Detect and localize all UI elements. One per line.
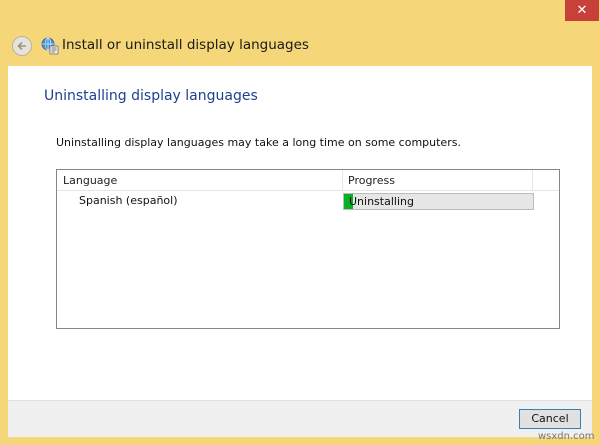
- column-header-progress[interactable]: Progress: [343, 170, 533, 190]
- list-header: Language Progress: [57, 170, 559, 191]
- language-list[interactable]: Language Progress Spanish (español) Unin…: [56, 169, 560, 329]
- description-text: Uninstalling display languages may take …: [56, 136, 461, 149]
- button-bar: Cancel: [8, 400, 592, 437]
- page-heading: Uninstalling display languages: [44, 88, 258, 104]
- window-title: Install or uninstall display languages: [62, 37, 309, 53]
- back-arrow-icon: [17, 41, 26, 51]
- watermark: wsxdn.com: [538, 431, 595, 442]
- close-icon: ✕: [576, 3, 588, 18]
- language-name: Spanish (español): [79, 194, 178, 207]
- back-button[interactable]: [12, 36, 32, 56]
- globe-language-icon: [41, 37, 59, 55]
- navigation-bar: Install or uninstall display languages: [8, 28, 592, 66]
- title-bar[interactable]: ✕: [0, 0, 600, 28]
- list-row[interactable]: Spanish (español) Uninstalling: [57, 192, 559, 212]
- close-button[interactable]: ✕: [565, 0, 599, 21]
- dialog-window: ✕ Install or uninstall display languages…: [0, 0, 600, 445]
- progress-bar: Uninstalling: [343, 193, 534, 210]
- progress-status: Uninstalling: [349, 195, 414, 208]
- cancel-button[interactable]: Cancel: [519, 409, 581, 429]
- column-header-language[interactable]: Language: [57, 170, 343, 190]
- content-panel: Uninstalling display languages Uninstall…: [8, 66, 592, 400]
